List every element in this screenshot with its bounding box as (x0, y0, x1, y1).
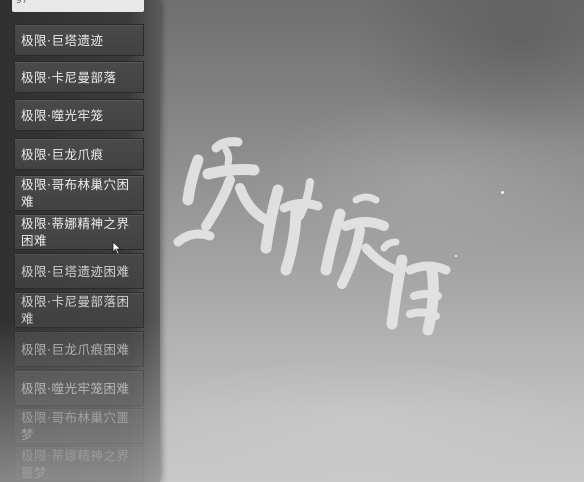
game-screen: { "search": { "value": "97" }, "menu": {… (0, 0, 584, 482)
dungeon-item[interactable]: 极限·哥布林巢穴噩梦 (14, 408, 144, 444)
dungeon-item-label: 极限·噬光牢笼困难 (21, 380, 130, 396)
dungeon-item-label: 极限·巨塔遗迹困难 (21, 263, 130, 279)
dungeon-item[interactable]: 极限·巨龙爪痕困难 (14, 331, 144, 367)
glow-particle (455, 255, 457, 257)
dungeon-sidebar: 97 极限·巨塔遗迹 极限·卡尼曼部落 极限·噬光牢笼 极限·巨龙爪痕 极限·哥… (0, 0, 160, 482)
dungeon-item[interactable]: 极限·蒂娜精神之界困难 (14, 214, 144, 250)
dungeon-item[interactable]: 极限·巨塔遗迹困难 (14, 253, 144, 289)
dungeon-item-label: 极限·噬光牢笼 (21, 107, 104, 123)
watermark-logo (173, 137, 451, 336)
dungeon-item[interactable]: 极限·卡尼曼部落 (14, 61, 144, 93)
mouse-cursor-icon (112, 241, 122, 255)
dungeon-item[interactable]: 极限·噬光牢笼 (14, 99, 144, 131)
dungeon-item[interactable]: 极限·卡尼曼部落困难 (14, 292, 144, 328)
dungeon-item[interactable]: 极限·哥布林巢穴困难 (14, 175, 144, 211)
dungeon-item[interactable]: 极限·蒂娜精神之界噩梦 (14, 446, 144, 482)
dungeon-item-label: 极限·巨龙爪痕 (21, 146, 104, 162)
dungeon-item-label: 极限·卡尼曼部落困难 (21, 294, 130, 326)
dungeon-item-label: 极限·卡尼曼部落 (21, 69, 117, 85)
dungeon-item-label: 极限·蒂娜精神之界噩梦 (21, 448, 130, 480)
dungeon-item[interactable]: 极限·巨塔遗迹 (14, 24, 144, 56)
dungeon-item-label: 极限·哥布林巢穴噩梦 (21, 410, 130, 442)
dungeon-item-label: 极限·巨塔遗迹 (21, 32, 104, 48)
search-input[interactable]: 97 (12, 0, 144, 12)
dungeon-item-label: 极限·巨龙爪痕困难 (21, 341, 130, 357)
glow-particle (501, 191, 504, 194)
search-input-value: 97 (16, 0, 28, 6)
dungeon-item[interactable]: 极限·噬光牢笼困难 (14, 370, 144, 406)
dungeon-item-label: 极限·哥布林巢穴困难 (21, 177, 130, 209)
dungeon-item[interactable]: 极限·巨龙爪痕 (14, 138, 144, 170)
